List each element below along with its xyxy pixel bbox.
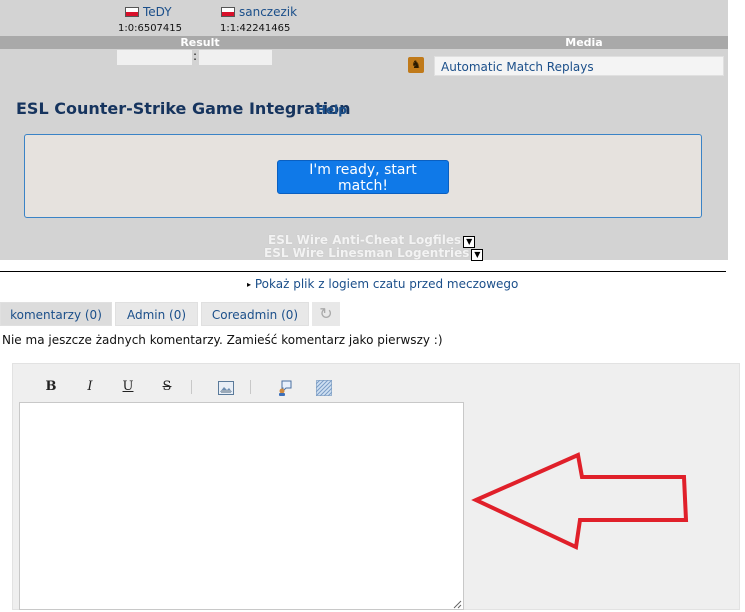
italic-button[interactable]: I (82, 378, 98, 396)
poland-flag-icon (125, 7, 139, 17)
spoiler-icon[interactable] (315, 379, 333, 399)
poland-flag-icon (221, 7, 235, 17)
media-header: Media (565, 36, 603, 49)
result-score-right (199, 50, 272, 65)
toolbar-separator (250, 380, 251, 394)
comment-textarea[interactable] (19, 402, 464, 610)
player-1: TeDY (125, 5, 172, 19)
result-score-left (117, 50, 192, 65)
refresh-icon[interactable]: ↻ (312, 302, 340, 326)
image-icon[interactable] (218, 381, 234, 398)
help-link[interactable]: Help (316, 103, 347, 117)
automatic-match-replays-link[interactable]: Automatic Match Replays (434, 56, 724, 76)
no-comments-message: Nie ma jeszcze żadnych komentarzy. Zamie… (2, 333, 443, 347)
chat-log-link[interactable]: ▸ Pokaż plik z logiem czatu przed meczow… (247, 277, 518, 291)
red-arrow-annotation (471, 452, 689, 550)
chat-log-link-label: Pokaż plik z logiem czatu przed meczoweg… (254, 277, 519, 291)
player-1-id: 1:0:6507415 (118, 23, 182, 34)
tab-admin[interactable]: Admin (0) (115, 302, 198, 326)
resize-handle-icon[interactable] (452, 598, 462, 609)
linesman-logentries-label: ESL Wire Linesman Logentries (264, 246, 470, 260)
quote-icon[interactable] (277, 380, 293, 399)
player-2: sanczezik (221, 5, 297, 19)
bullet-icon: ▸ (247, 280, 252, 289)
ready-start-match-button[interactable]: I'm ready, start match! (277, 160, 449, 194)
toolbar-separator (191, 380, 192, 394)
bold-button[interactable]: B (43, 378, 59, 396)
anticheat-logfiles-label: ESL Wire Anti-Cheat Logfiles (268, 233, 462, 247)
player-2-id: 1:1:42241465 (220, 23, 291, 34)
underline-button[interactable]: U (120, 378, 136, 396)
result-separator: : (193, 49, 198, 63)
strikethrough-button[interactable]: S (159, 378, 175, 396)
player-2-name[interactable]: sanczezik (239, 5, 297, 19)
table-header-strip: Result Media (0, 36, 728, 49)
tab-coreadmin[interactable]: Coreadmin (0) (201, 302, 309, 326)
cs-game-icon: ♞ (408, 57, 424, 73)
chevron-down-icon[interactable]: ▼ (471, 249, 484, 261)
linesman-logentries-row: ESL Wire Linesman Logentries ▼ (264, 246, 484, 261)
integration-title: ESL Counter-Strike Game Integration (16, 99, 351, 118)
divider (0, 271, 726, 272)
result-header: Result (180, 36, 220, 49)
tab-comments[interactable]: komentarzy (0) (0, 302, 112, 326)
player-1-name[interactable]: TeDY (143, 5, 172, 19)
